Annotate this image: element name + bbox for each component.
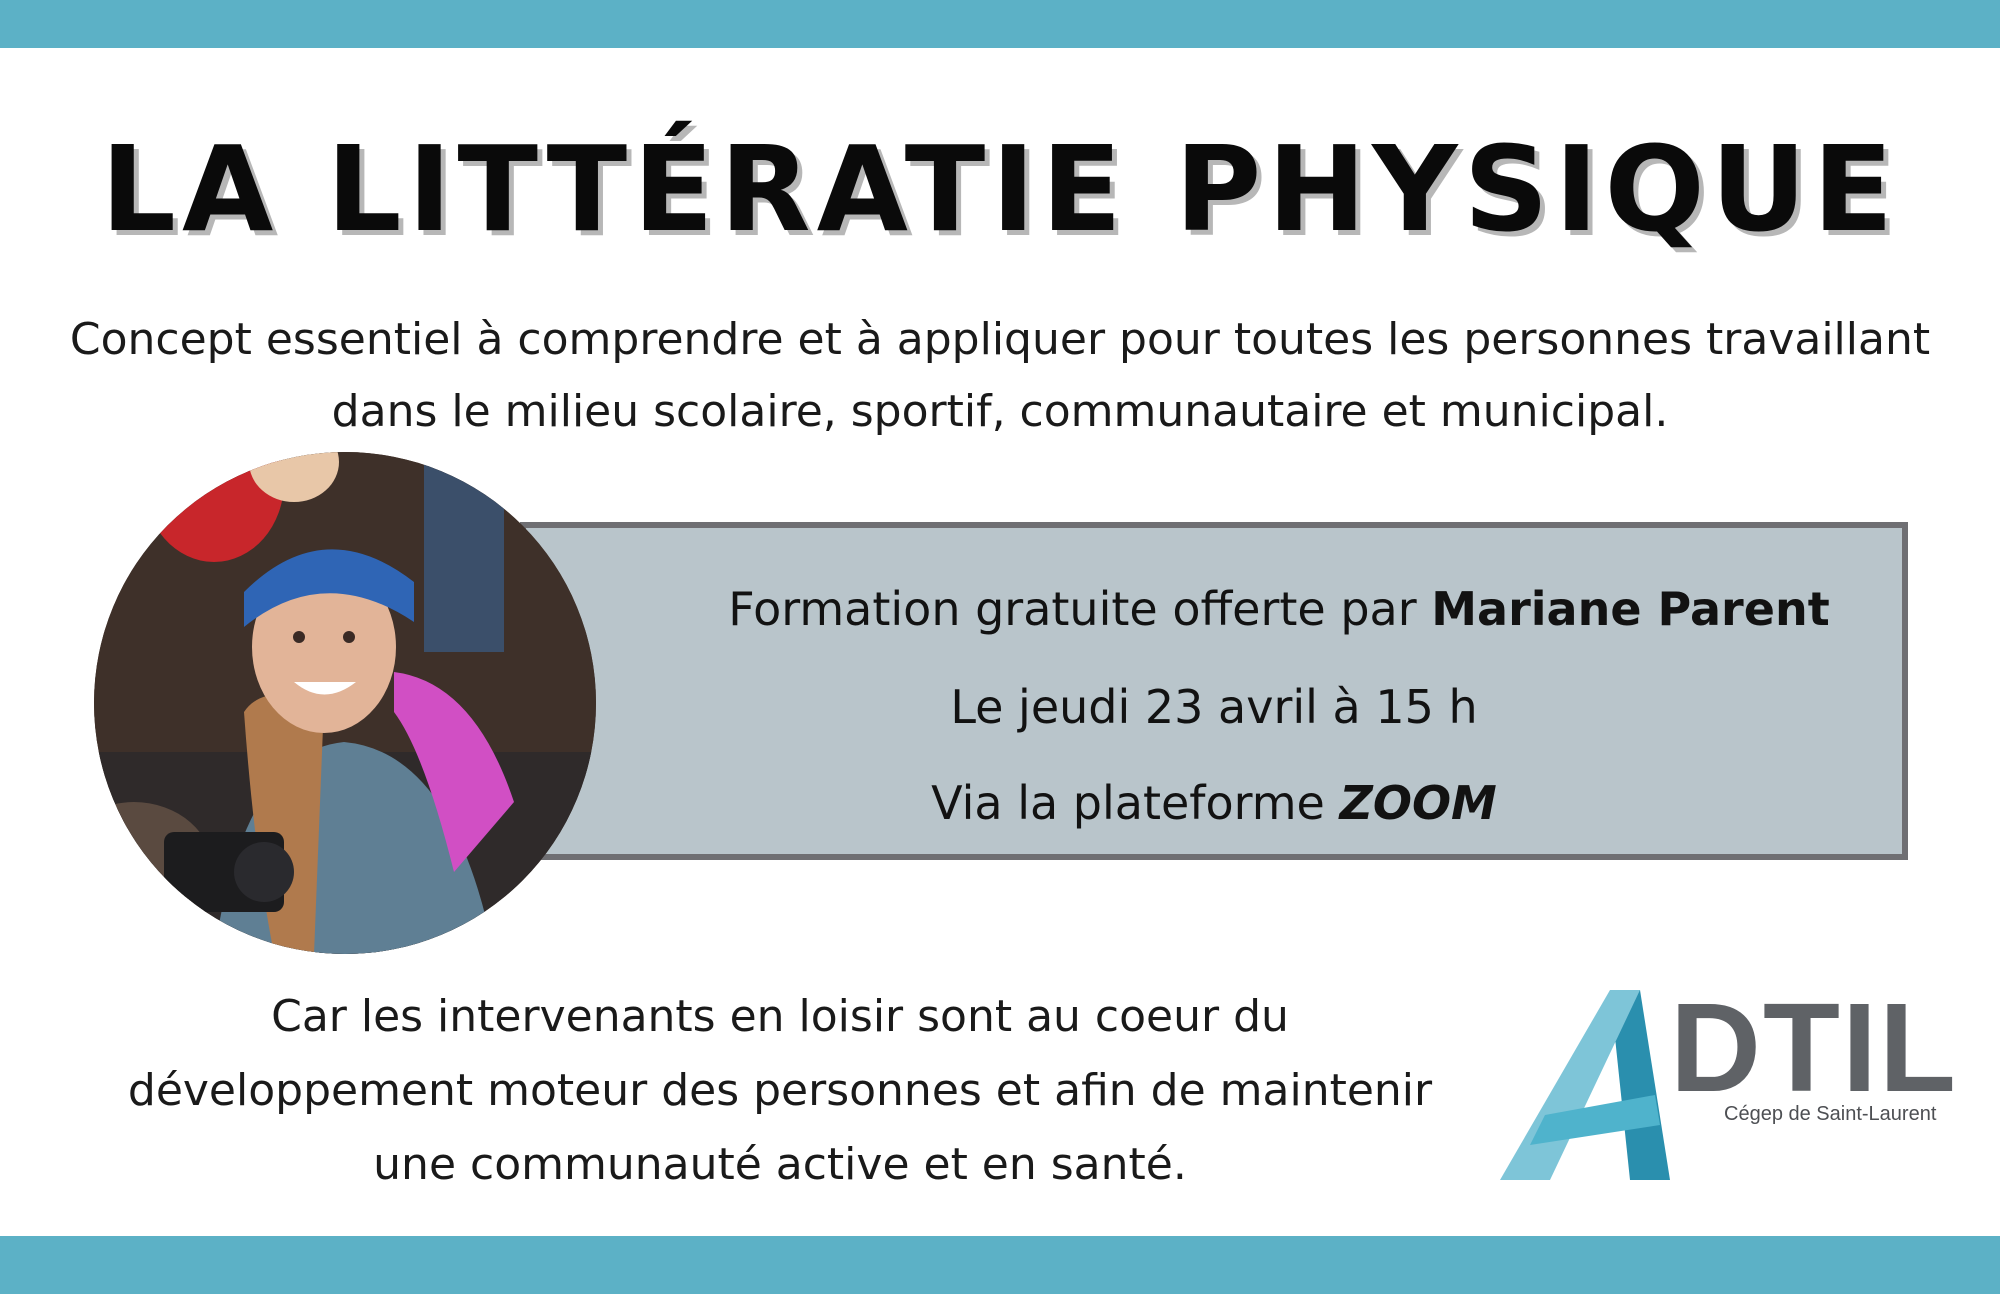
event-date: Le jeudi 23 avril à 15 h: [950, 680, 1478, 734]
info-box: Formation gratuite offerte par Mariane P…: [520, 522, 1908, 860]
presenter-photo: [94, 452, 596, 954]
presenter-photo-illustration: [94, 452, 596, 954]
platform-line: Via la plateforme ZOOM: [526, 776, 1902, 830]
subtitle-line-2: dans le milieu scolaire, sportif, commun…: [331, 386, 1669, 437]
platform-name: ZOOM: [1339, 776, 1497, 830]
subtitle-line-1: Concept essentiel à comprendre et à appl…: [69, 314, 1931, 365]
bottom-band: [0, 1236, 2000, 1294]
logo-institution: Cégep de Saint-Laurent: [1724, 1103, 1937, 1125]
presenter-line: Formation gratuite offerte par Mariane P…: [526, 582, 1902, 636]
logo-wordmark: DTIL: [1670, 977, 1958, 1118]
top-band: [0, 0, 2000, 48]
closing-line-2: développement moteur des personnes et af…: [127, 1065, 1433, 1116]
poster-title: LA LITTÉRATIE PHYSIQUE: [100, 120, 1900, 258]
closing-line-1: Car les intervenants en loisir sont au c…: [271, 991, 1289, 1042]
subtitle: Concept essentiel à comprendre et à appl…: [40, 304, 1960, 448]
presenter-prefix: Formation gratuite offerte par: [728, 582, 1432, 636]
platform-prefix: Via la plateforme: [931, 776, 1340, 830]
closing-text: Car les intervenants en loisir sont au c…: [60, 980, 1500, 1202]
logo-a-mark: [1500, 990, 1670, 1180]
adtil-logo: DTIL Cégep de Saint-Laurent: [1490, 985, 1956, 1185]
presenter-name: Mariane Parent: [1431, 582, 1830, 636]
closing-line-3: une communauté active et en santé.: [373, 1139, 1187, 1190]
